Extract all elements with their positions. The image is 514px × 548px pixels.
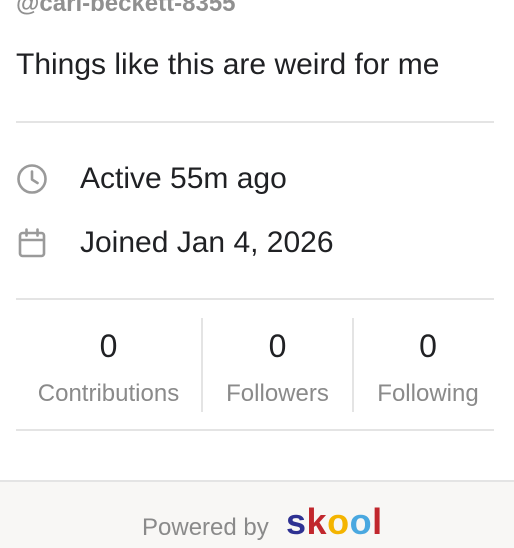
- stat-value: 0: [99, 328, 118, 364]
- divider: [16, 429, 494, 431]
- calendar-icon: [16, 227, 48, 259]
- logo-letter: o: [327, 501, 350, 542]
- footer: Powered by skool: [0, 480, 514, 548]
- joined-date-text: Joined Jan 4, 2026: [80, 226, 334, 259]
- active-status-row: Active 55m ago: [16, 161, 287, 197]
- joined-date-row: Joined Jan 4, 2026: [16, 225, 334, 261]
- logo-letter: s: [286, 501, 307, 542]
- stat-value: 0: [419, 328, 437, 364]
- divider: [16, 298, 494, 300]
- stat-contributions[interactable]: 0 Contributions: [16, 316, 201, 414]
- stat-label: Followers: [226, 380, 329, 407]
- active-status-text: Active 55m ago: [80, 162, 287, 195]
- stat-followers[interactable]: 0 Followers: [203, 316, 352, 414]
- stat-value: 0: [268, 328, 287, 364]
- skool-logo[interactable]: skool: [286, 504, 383, 540]
- profile-bio: Things like this are weird for me: [16, 48, 440, 81]
- powered-by-text: Powered by: [142, 514, 269, 541]
- logo-letter: l: [372, 501, 383, 542]
- clock-icon: [16, 163, 48, 195]
- profile-stats: 0 Contributions 0 Followers 0 Following: [16, 316, 494, 414]
- stat-label: Contributions: [37, 380, 180, 407]
- divider: [16, 121, 494, 123]
- logo-letter: o: [349, 501, 373, 542]
- stat-label: Following: [377, 380, 479, 407]
- logo-letter: k: [306, 501, 328, 542]
- stat-following[interactable]: 0 Following: [354, 316, 502, 414]
- profile-handle: @carl-beckett-8355: [16, 0, 236, 17]
